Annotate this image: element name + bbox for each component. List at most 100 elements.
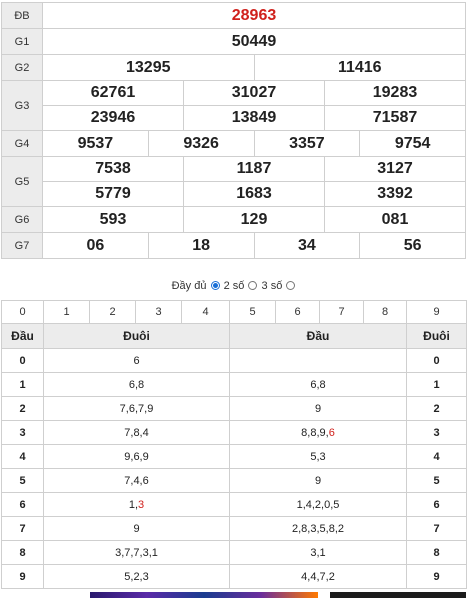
loto-digit: 8 xyxy=(310,426,317,439)
prize-g7: 06 xyxy=(42,232,149,259)
prize-g5: 1187 xyxy=(183,156,325,182)
loto-dau: 1,4,2,0,5 xyxy=(229,492,407,517)
ad-banner-left[interactable] xyxy=(90,592,318,598)
loto-row: 2 7,6,7,9 9 2 xyxy=(1,396,467,421)
loto-duoi: 6 xyxy=(43,348,230,373)
prize-g7: 34 xyxy=(253,232,361,259)
loto-duoi: 3,7,7,3,1 xyxy=(43,540,230,565)
filter-three-radio[interactable] xyxy=(286,281,296,290)
filter-full-label: Đầy đủ xyxy=(171,280,207,292)
digit-filter[interactable]: 8 xyxy=(363,300,407,324)
prize-g5: 3392 xyxy=(324,181,466,207)
loto-key: 6 xyxy=(1,492,44,517)
loto-row: 060 xyxy=(1,348,467,373)
loto-row: 4 9,6,9 5,3 4 xyxy=(1,444,467,469)
digit-filter[interactable]: 2 xyxy=(89,300,136,324)
prize-g6: 081 xyxy=(324,206,466,233)
digit-filter[interactable]: 4 xyxy=(181,300,230,324)
loto-row: 1 6,8 6,8 1 xyxy=(1,372,467,397)
loto-duoi: 7,6,7,9 xyxy=(43,396,230,421)
loto-key-right: 6 xyxy=(406,492,467,517)
prize-label-g6: G6 xyxy=(1,206,43,233)
prize-g3: 62761 xyxy=(42,80,184,106)
prize-g3: 23946 xyxy=(42,105,184,131)
prize-g6: 593 xyxy=(42,206,184,233)
prize-label-g5: G5 xyxy=(1,156,43,207)
digit-filter[interactable]: 7 xyxy=(319,300,364,324)
loto-duoi: 7,4,6 xyxy=(43,468,230,493)
filter-two-radio[interactable] xyxy=(248,281,258,290)
loto-duoi: 7,8,4 xyxy=(43,420,230,445)
loto-key: 7 xyxy=(1,516,44,541)
loto-key: 5 xyxy=(1,468,44,493)
prize-label-g1: G1 xyxy=(1,28,43,55)
loto-key-right: 0 xyxy=(406,348,467,373)
loto-dau: 4,4,7,2 xyxy=(229,564,407,589)
loto-duoi: 9,6,9 xyxy=(43,444,230,469)
prize-g5: 7538 xyxy=(42,156,184,182)
loto-digit: 6 xyxy=(328,426,335,439)
loto-row: 7 9 2,8,3,5,8,2 7 xyxy=(1,516,467,541)
loto-key-right: 4 xyxy=(406,444,467,469)
loto-dau: 8,8,9,6 xyxy=(229,420,407,445)
prize-label-g3: G3 xyxy=(1,80,43,131)
loto-row: 5 7,4,6 9 5 xyxy=(1,468,467,493)
prize-g7: 18 xyxy=(147,232,255,259)
loto-key-right: 8 xyxy=(406,540,467,565)
prize-g5: 5779 xyxy=(42,181,184,207)
prize-label-db: ĐB xyxy=(1,2,43,29)
filter-two-label: 2 số xyxy=(223,280,245,292)
loto-row: 3 7,8,4 8,8,9,6 3 xyxy=(1,420,467,445)
prize-g3: 31027 xyxy=(183,80,325,106)
digit-filter[interactable]: 5 xyxy=(229,300,276,324)
loto-key-right: 2 xyxy=(406,396,467,421)
digit-filter[interactable]: 3 xyxy=(135,300,182,324)
loto-row: 8 3,7,7,3,1 3,1 8 xyxy=(1,540,467,565)
loto-row: 9 5,2,3 4,4,7,2 9 xyxy=(1,564,467,589)
loto-duoi: 5,2,3 xyxy=(43,564,230,589)
loto-key-right: 7 xyxy=(406,516,467,541)
filter-three-label: 3 số xyxy=(261,280,283,292)
prize-g4: 9326 xyxy=(147,130,255,157)
prize-g6: 129 xyxy=(183,206,325,233)
digit-filter[interactable]: 1 xyxy=(43,300,90,324)
prize-label-g2: G2 xyxy=(1,54,43,81)
prize-g2: 11416 xyxy=(253,54,466,81)
digit-filter[interactable]: 0 xyxy=(1,300,44,324)
loto-key: 8 xyxy=(1,540,44,565)
loto-duoi: 9 xyxy=(43,516,230,541)
prize-g5: 1683 xyxy=(183,181,325,207)
loto-key-right: 3 xyxy=(406,420,467,445)
prize-g4: 9754 xyxy=(359,130,466,157)
prize-g3: 13849 xyxy=(183,105,325,131)
prize-g4: 3357 xyxy=(253,130,361,157)
loto-dau: 9 xyxy=(229,396,407,421)
loto-dau: 3,1 xyxy=(229,540,407,565)
loto-table: 0123456789 Đầu Đuôi Đầu Đuôi 0 6 0 1 6,8 6,8 1… xyxy=(1,300,467,589)
digit-filter[interactable]: 6 xyxy=(275,300,320,324)
loto-digit: 8 xyxy=(301,426,308,439)
loto-key: 2 xyxy=(1,396,44,421)
loto-dau xyxy=(229,348,407,373)
loto-duoi: 6,8 xyxy=(43,372,230,397)
loto-digit: 1 xyxy=(128,498,135,511)
loto-key: 9 xyxy=(1,564,44,589)
loto-dau: 5,3 xyxy=(229,444,407,469)
loto-digit: 9 xyxy=(319,426,326,439)
loto-key: 3 xyxy=(1,420,44,445)
loto-digit: 3 xyxy=(138,498,145,511)
prize-g3: 19283 xyxy=(324,80,466,106)
prize-db: 28963 xyxy=(42,2,466,29)
prize-g5: 3127 xyxy=(324,156,466,182)
loto-header-duoi: Đuôi xyxy=(43,323,230,349)
ad-banner-right[interactable] xyxy=(330,592,466,598)
prize-g4: 9537 xyxy=(42,130,149,157)
loto-key: 4 xyxy=(1,444,44,469)
loto-key-right: 9 xyxy=(406,564,467,589)
filter-full-radio[interactable] xyxy=(210,281,220,290)
digit-filter[interactable]: 9 xyxy=(406,300,467,324)
loto-dau: 2,8,3,5,8,2 xyxy=(229,516,407,541)
prize-label-g7: G7 xyxy=(1,232,43,259)
prize-label-g4: G4 xyxy=(1,130,43,157)
loto-duoi: 1,3 xyxy=(43,492,230,517)
